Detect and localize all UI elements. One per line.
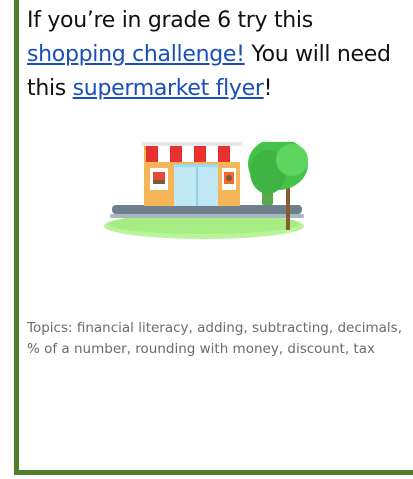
supermarket-flyer-link[interactable]: supermarket flyer [73, 76, 264, 101]
supermarket-store-icon [102, 138, 312, 242]
end-text: ! [263, 76, 273, 101]
shopping-challenge-link[interactable]: shopping challenge! [27, 42, 245, 67]
card-left-border [14, 0, 19, 475]
card-bottom-border [14, 470, 413, 475]
challenge-heading: If you’re in grade 6 try this shopping c… [27, 4, 407, 106]
topics-text: Topics: financial literacy, adding, subt… [27, 320, 402, 357]
challenge-card: If you’re in grade 6 try this shopping c… [0, 0, 413, 479]
intro-text: If you’re in grade 6 try this [27, 8, 313, 33]
